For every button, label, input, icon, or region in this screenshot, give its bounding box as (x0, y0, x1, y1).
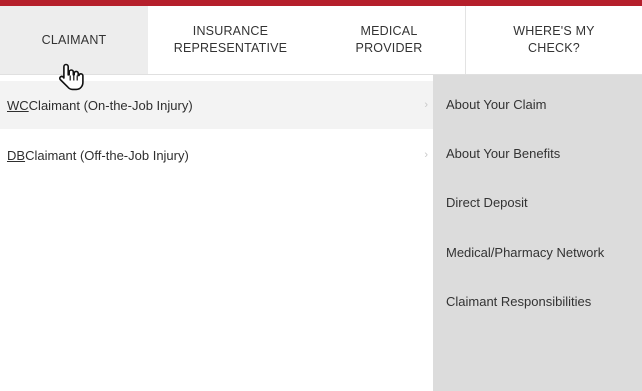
db-abbreviation: DB (7, 147, 26, 163)
tab-insurance-representative[interactable]: INSURANCE REPRESENTATIVE (148, 6, 313, 74)
chevron-right-icon: › (424, 99, 428, 111)
submenu-item-wc-label: Claimant (On-the-Job Injury) (28, 97, 193, 113)
main-nav: CLAIMANT INSURANCE REPRESENTATIVE MEDICA… (0, 6, 642, 75)
flyout-item-direct-deposit[interactable]: Direct Deposit (446, 195, 528, 210)
flyout-item-claimant-responsibilities[interactable]: Claimant Responsibilities (446, 294, 591, 309)
flyout-item-about-your-benefits[interactable]: About Your Benefits (446, 146, 560, 161)
wc-abbreviation: WC (7, 97, 29, 113)
tab-wheres-my-check-label: WHERE'S MY CHECK? (513, 24, 595, 55)
tab-medical-provider[interactable]: MEDICAL PROVIDER (313, 6, 465, 74)
hand-pointer-icon (58, 63, 84, 91)
submenu-item-db-label: Claimant (Off-the-Job Injury) (25, 147, 189, 163)
tab-wheres-my-check[interactable]: WHERE'S MY CHECK? (465, 6, 642, 74)
submenu-item-db-claimant[interactable]: DB Claimant (Off-the-Job Injury) › (0, 131, 433, 179)
tab-medical-provider-label: MEDICAL PROVIDER (355, 24, 423, 55)
tab-insurance-representative-label: INSURANCE REPRESENTATIVE (173, 24, 288, 55)
chevron-right-icon: › (424, 149, 428, 161)
tab-claimant-label: CLAIMANT (41, 32, 107, 47)
submenu-flyout-panel: About Your Claim About Your Benefits Dir… (433, 75, 642, 391)
submenu-left-panel: WC Claimant (On-the-Job Injury) › DB Cla… (0, 75, 433, 391)
flyout-item-medical-pharmacy-network[interactable]: Medical/Pharmacy Network (446, 245, 604, 260)
flyout-item-about-your-claim[interactable]: About Your Claim (446, 97, 546, 112)
